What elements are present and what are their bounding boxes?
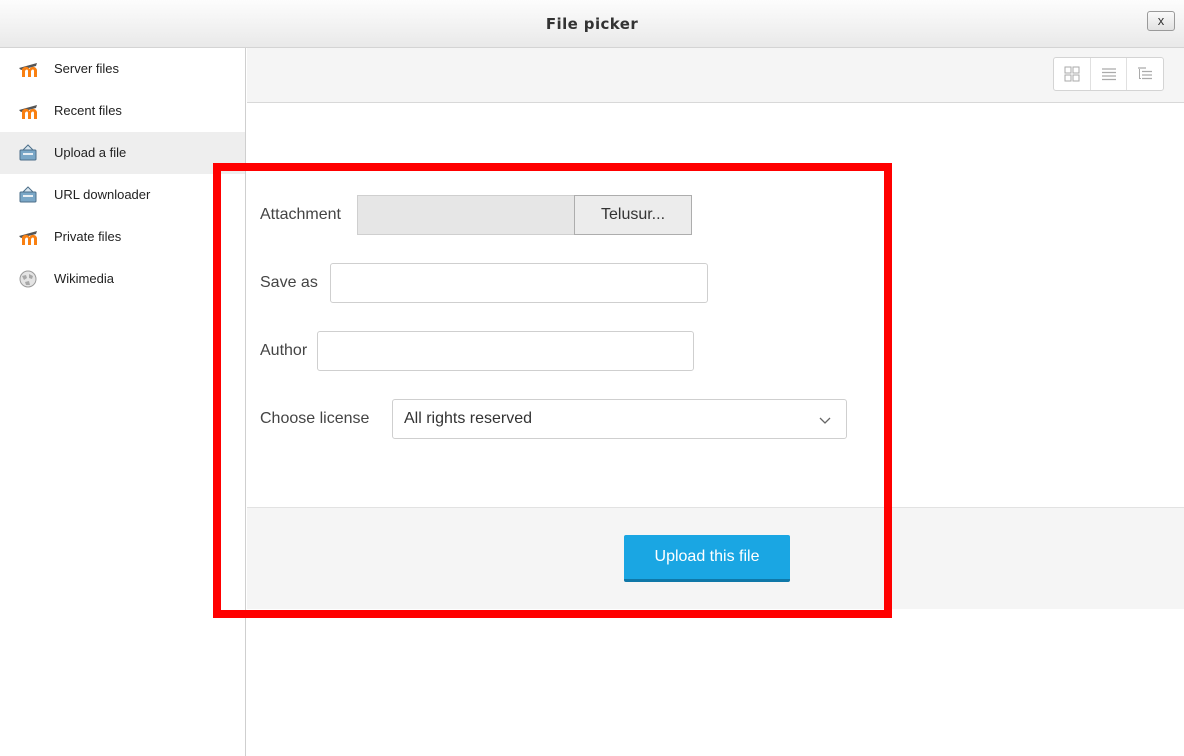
license-label: Choose license (260, 410, 370, 427)
upload-file-button[interactable]: Upload this file (624, 535, 790, 582)
url-download-icon (19, 186, 37, 203)
view-toolbar (247, 48, 1184, 103)
sidebar-item-label: Private files (54, 229, 122, 244)
moodle-icon (19, 231, 37, 245)
sidebar-item-label: Recent files (54, 103, 122, 118)
sidebar-item-label: Server files (54, 61, 120, 76)
close-button[interactable]: x (1147, 11, 1175, 31)
license-selected-value: All rights reserved (404, 410, 533, 427)
moodle-icon (19, 105, 37, 119)
sidebar-item-private-files[interactable]: Private files (0, 216, 245, 258)
title-bar: File picker x (0, 0, 1184, 48)
browse-button[interactable]: Telusur... (574, 195, 692, 235)
license-select[interactable]: All rights reserved (392, 399, 847, 439)
sidebar-item-label: Wikimedia (54, 271, 114, 286)
repository-sidebar: Server files Recent files Upload a file … (0, 48, 246, 756)
tree-view-icon (1138, 67, 1153, 80)
upload-icon (19, 144, 37, 161)
tree-view-button[interactable] (1127, 58, 1163, 90)
view-mode-group (1053, 57, 1164, 91)
moodle-icon (19, 63, 37, 77)
icon-view-icon (1064, 66, 1080, 82)
icon-view-button[interactable] (1054, 58, 1091, 90)
sidebar-item-server-files[interactable]: Server files (0, 48, 245, 90)
attachment-label: Attachment (260, 206, 341, 223)
author-input[interactable] (317, 331, 694, 371)
author-label: Author (260, 342, 308, 359)
save-as-input[interactable] (330, 263, 708, 303)
sidebar-item-label: Upload a file (54, 145, 127, 160)
list-view-button[interactable] (1091, 58, 1128, 90)
chevron-down-icon (819, 417, 831, 424)
save-as-label: Save as (260, 274, 318, 291)
list-view-icon (1101, 68, 1116, 81)
sidebar-item-recent-files[interactable]: Recent files (0, 90, 245, 132)
attachment-file-field[interactable] (357, 195, 575, 235)
dialog-title: File picker (545, 15, 639, 33)
sidebar-item-url-downloader[interactable]: URL downloader (0, 174, 245, 216)
wikimedia-icon (19, 270, 37, 288)
sidebar-item-label: URL downloader (54, 187, 151, 202)
sidebar-item-upload-a-file[interactable]: Upload a file (0, 132, 245, 174)
sidebar-item-wikimedia[interactable]: Wikimedia (0, 258, 245, 300)
